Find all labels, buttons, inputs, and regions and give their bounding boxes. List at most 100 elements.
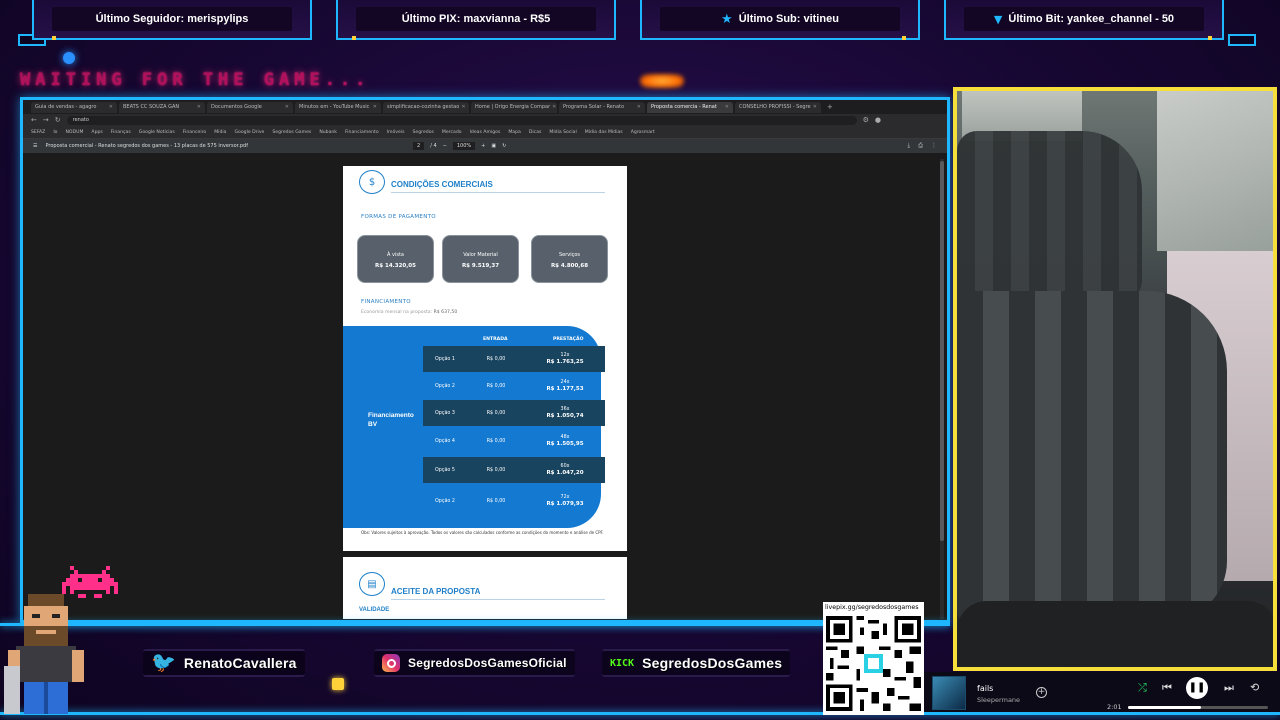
zoom-in-icon[interactable]: + <box>481 143 485 149</box>
previous-track-icon[interactable]: ⏮ <box>1162 681 1172 695</box>
bookmark-item[interactable]: Imóveis <box>387 130 405 135</box>
reload-icon[interactable]: ↻ <box>55 116 61 124</box>
browser-tab[interactable]: Documentos Google ✕ <box>207 101 293 113</box>
address-bar[interactable]: renato <box>66 115 857 125</box>
instagram-icon <box>382 654 400 672</box>
album-cover <box>932 676 966 710</box>
pause-button-icon[interactable]: ❚❚ <box>1186 677 1208 699</box>
back-icon[interactable]: ← <box>31 116 37 124</box>
song-title: fails <box>977 684 994 693</box>
bookmark-item[interactable]: Apps <box>91 130 102 135</box>
financing-row: Opção 5 R$ 0,00 60x R$ 1.047,20 <box>423 457 605 483</box>
bookmark-item[interactable]: Ideas Amigos <box>470 130 501 135</box>
forward-icon[interactable]: → <box>43 116 49 124</box>
livepix-qr[interactable]: livepix.gg/segredosdosgames <box>823 602 924 715</box>
pdf-viewer[interactable]: $ CONDIÇÕES COMERCIAIS FORMAS DE PAGAMEN… <box>23 153 947 620</box>
next-track-icon[interactable]: ⏭ <box>1224 681 1234 695</box>
social-kick[interactable]: KICK SegredosDosGames <box>602 649 791 677</box>
financing-row: Opção 4 R$ 0,00 48x R$ 1.505,95 <box>435 435 584 447</box>
qr-code-icon <box>826 616 921 711</box>
star-icon: ★ <box>721 11 733 27</box>
download-icon[interactable]: ⤓ <box>908 142 911 150</box>
social-twitter[interactable]: 🐦 RenatoCavallera <box>143 649 305 677</box>
bookmark-item[interactable]: Nubank <box>319 130 337 135</box>
webcam-feed <box>953 87 1277 671</box>
social-instagram[interactable]: SegredosDosGamesOficial <box>374 649 575 677</box>
alert-sub-text: Último Sub: vitineu <box>738 13 839 25</box>
browser-tab[interactable]: Minutos em - YouTube Music ✕ <box>295 101 381 113</box>
pixel-avatar-icon <box>4 594 84 714</box>
document-icon: ▤ <box>359 572 385 596</box>
bookmarks-bar: SEFAZ Io NODUM Apps Finanças Google Notí… <box>23 126 947 139</box>
repeat-icon[interactable]: ⟲ <box>1250 681 1259 694</box>
bookmark-item[interactable]: Segredos <box>413 130 434 135</box>
scrollbar-thumb[interactable] <box>940 161 944 541</box>
coins-icon: $ <box>359 170 385 194</box>
instagram-handle: SegredosDosGamesOficial <box>408 656 567 670</box>
payment-label: Serviços <box>558 252 581 258</box>
browser-tab[interactable]: Guia de vendas - agagro ✕ <box>31 101 117 113</box>
bookmark-item[interactable]: SEFAZ <box>31 130 45 135</box>
financing-observation: Obs: Valores sujeitos à aprovação. Todos… <box>361 530 604 535</box>
corner-slot-right <box>1228 34 1256 46</box>
zoom-level[interactable]: 100% <box>452 142 476 150</box>
pdf-page: $ CONDIÇÕES COMERCIAIS FORMAS DE PAGAMEN… <box>343 166 627 551</box>
bookmark-item[interactable]: Mídia das Mídias <box>585 130 623 135</box>
page-number-input[interactable]: 2 <box>413 142 425 150</box>
alert-last-sub: ★ Último Sub: vitineu <box>640 0 920 40</box>
bookmark-item[interactable]: Dicas <box>529 130 542 135</box>
twitter-bird-icon: 🐦 <box>151 652 176 674</box>
browser-window: Guia de vendas - agagro ✕ BEATS CC SOUZA … <box>23 100 947 620</box>
profile-icon[interactable]: ● <box>875 116 881 124</box>
browser-tab-active[interactable]: Proposta comercia - Renat ✕ <box>647 101 733 113</box>
financing-note: Economia mensal na proposta: R$ 637,50 <box>361 310 458 315</box>
rotate-icon[interactable]: ↻ <box>502 143 506 149</box>
bookmark-item[interactable]: Financeiro <box>183 130 206 135</box>
financing-title: FINANCIAMENTO <box>361 299 411 305</box>
print-icon[interactable]: ⎙ <box>918 142 923 150</box>
orange-glow-decoration <box>640 74 684 88</box>
bookmark-item[interactable]: Mídia <box>214 130 226 135</box>
browser-tab[interactable]: simplificacao-cozinha gestao ✕ <box>383 101 469 113</box>
qr-url: livepix.gg/segredosdosgames <box>825 604 919 611</box>
payment-box-material: Valor Material R$ 9.519,37 <box>442 235 519 283</box>
add-to-library-icon[interactable]: + <box>1036 687 1047 698</box>
alert-last-follower: Último Seguidor: merispylips <box>32 0 312 40</box>
browser-address-row: ← → ↻ renato ⚙ ● <box>23 114 947 126</box>
bookmark-item[interactable]: Google Notícias <box>139 130 175 135</box>
bookmark-item[interactable]: Mapa <box>508 130 521 135</box>
browser-tab[interactable]: Home | Origo Energia Compar ✕ <box>471 101 557 113</box>
bookmark-item[interactable]: Google Drive <box>234 130 264 135</box>
bookmark-item[interactable]: Agrosmart <box>631 130 655 135</box>
browser-tab[interactable]: CONSELHO PROFISSI - Segre ✕ <box>735 101 821 113</box>
payment-methods-title: FORMAS DE PAGAMENTO <box>361 214 436 220</box>
bookmark-item[interactable]: Segredos Games <box>272 130 311 135</box>
bookmark-item[interactable]: NODUM <box>66 130 84 135</box>
col-header-entrada: ENTRADA <box>483 337 508 342</box>
playback-progress-bar[interactable] <box>1128 706 1268 709</box>
more-icon[interactable]: ⋮ <box>931 142 937 150</box>
bookmark-item[interactable]: Finanças <box>111 130 131 135</box>
browser-tab[interactable]: Programa Solar - Renato ✕ <box>559 101 645 113</box>
fit-page-icon[interactable]: ▣ <box>491 143 496 149</box>
alert-follower-text: Último Seguidor: merispylips <box>95 13 249 25</box>
chair-headrest <box>957 131 1142 301</box>
new-tab-icon[interactable]: + <box>827 103 833 111</box>
section-title-commercial: CONDIÇÕES COMERCIAIS <box>391 180 493 189</box>
bookmark-item[interactable]: Io <box>53 130 57 135</box>
zoom-out-icon[interactable]: − <box>443 143 447 149</box>
bookmark-item[interactable]: Mercado <box>442 130 462 135</box>
twitter-handle: RenatoCavallera <box>183 655 297 671</box>
payment-label: Valor Material <box>463 252 498 258</box>
playback-time: 2:01 <box>1107 703 1122 711</box>
alert-bit-text: Último Bit: yankee_channel - 50 <box>1008 13 1175 25</box>
bookmark-item[interactable]: Financiamento <box>345 130 379 135</box>
payment-box-cash: À vista R$ 14.320,05 <box>357 235 434 283</box>
bookmark-item[interactable]: Mídia Social <box>549 130 576 135</box>
browser-tab[interactable]: BEATS CC SOUZA GAN ✕ <box>119 101 205 113</box>
pdf-scrollbar[interactable] <box>940 159 944 619</box>
validity-title: VALIDADE <box>359 607 390 613</box>
menu-icon[interactable]: ☰ <box>33 143 37 149</box>
extensions-icon[interactable]: ⚙ <box>863 116 869 124</box>
shuffle-icon[interactable]: ⤮ <box>1138 681 1147 695</box>
